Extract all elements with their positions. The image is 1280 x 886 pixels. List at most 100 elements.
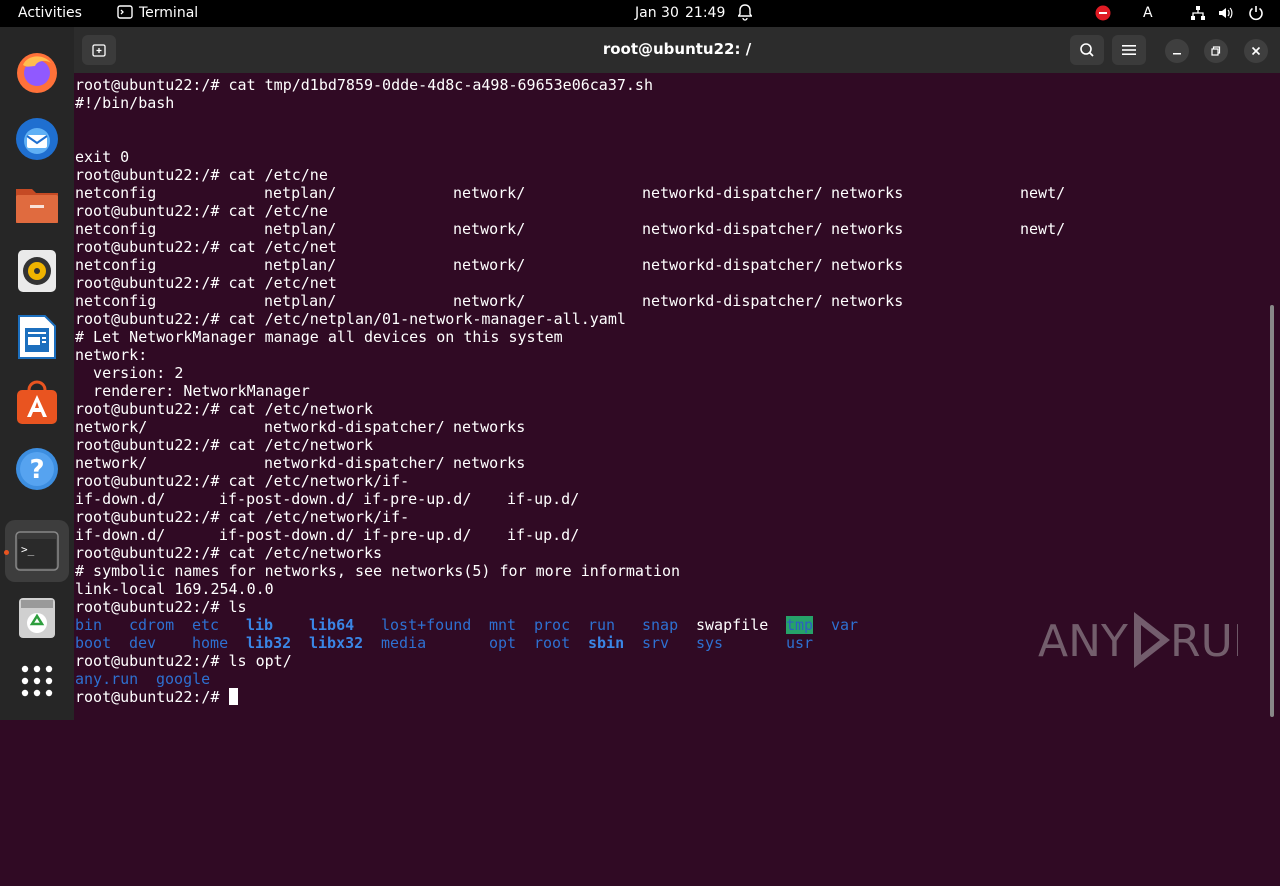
completion-entry: network/ — [453, 256, 526, 274]
minimize-button[interactable] — [1165, 39, 1189, 63]
svg-text:RUN: RUN — [1170, 616, 1238, 667]
terminal-line: renderer: NetworkManager — [75, 382, 310, 400]
ls-entry-tmp: tmp — [786, 616, 814, 634]
title-bar[interactable]: root@ubuntu22: / — [74, 27, 1280, 73]
svg-text:?: ? — [29, 455, 44, 485]
dock-item-libreoffice-writer[interactable] — [5, 306, 69, 368]
completion-entry: networks — [831, 256, 904, 274]
dock-item-help[interactable]: ? — [5, 438, 69, 500]
volume-icon[interactable] — [1217, 5, 1233, 25]
app-menu[interactable]: Terminal — [139, 5, 198, 21]
files-icon — [16, 189, 58, 223]
hamburger-menu-icon — [1122, 45, 1136, 55]
terminal-line: root@ubuntu22:/# cat /etc/netplan/01-net… — [75, 310, 626, 328]
activities-button[interactable]: Activities — [18, 5, 82, 21]
recording-indicator-icon[interactable] — [1095, 5, 1111, 25]
scrollbar[interactable] — [1270, 305, 1274, 717]
close-button[interactable] — [1244, 39, 1268, 63]
terminal-line: root@ubuntu22:/# cat /etc/network — [75, 400, 374, 418]
dock-item-files[interactable] — [5, 174, 69, 236]
completion-entry: netplan/ — [264, 256, 337, 274]
terminal-line: link-local 169.254.0.0 — [75, 580, 274, 598]
completion-entry: netconfig — [75, 256, 157, 274]
restore-icon — [1211, 46, 1221, 56]
app-center-icon — [17, 380, 57, 424]
dock-item-show-apps[interactable] — [5, 650, 69, 712]
completion-entry: newt/ — [1020, 184, 1066, 202]
completion-row: if-down.d/ if-post-down.d/ if-pre-up.d/ … — [75, 526, 1265, 544]
ls-entry: sys — [696, 634, 724, 652]
completion-row: network/ networkd-dispatcher/ networks — [75, 418, 1265, 436]
completion-entry: netplan/ — [264, 220, 337, 238]
dock-item-ubuntu-software[interactable] — [5, 372, 69, 434]
dock-item-thunderbird[interactable] — [5, 108, 69, 170]
clock-date[interactable]: Jan 30 — [635, 5, 679, 21]
close-icon — [1251, 46, 1261, 56]
completion-entry: network/ — [453, 184, 526, 202]
network-icon[interactable] — [1190, 5, 1206, 25]
completion-entry: networkd-dispatcher/ — [642, 220, 823, 238]
thunderbird-icon — [16, 118, 58, 160]
terminal-line: root@ubuntu22:/# cat /etc/net — [75, 274, 337, 292]
ls-entry: lib — [246, 616, 274, 634]
ls-entry: swapfile — [696, 616, 769, 634]
ls-row: any.run google — [75, 670, 1265, 688]
clock-time[interactable]: 21:49 — [685, 5, 725, 21]
completion-row: netconfig netplan/ network/ networkd-dis… — [75, 184, 1265, 202]
notification-bell-icon[interactable] — [737, 4, 753, 25]
dock-item-terminal[interactable]: >_ — [5, 520, 69, 582]
ls-entry: root — [534, 634, 571, 652]
completion-entry: network/ — [453, 220, 526, 238]
terminal-icon: >_ — [15, 531, 59, 571]
keyboard-layout-indicator[interactable]: A — [1143, 5, 1153, 21]
completion-entry: if-up.d/ — [507, 490, 580, 508]
minimize-icon — [1173, 53, 1181, 55]
terminal-line: root@ubuntu22:/# cat /etc/networks — [75, 544, 383, 562]
running-indicator — [4, 550, 9, 555]
completion-entry: if-up.d/ — [507, 526, 580, 544]
completion-entry: networkd-dispatcher/ — [264, 454, 445, 472]
ls-entry: home — [192, 634, 229, 652]
ls-entry: libx32 — [309, 634, 364, 652]
search-button[interactable] — [1070, 35, 1104, 65]
power-icon[interactable] — [1248, 5, 1264, 25]
completion-entry: netplan/ — [264, 184, 337, 202]
top-bar: Activities Terminal Jan 30 21:49 A — [0, 0, 1280, 27]
trash-icon — [19, 598, 55, 638]
prompt-line[interactable]: root@ubuntu22:/# — [75, 688, 1265, 706]
libreoffice-writer-icon — [18, 315, 56, 359]
terminal-line: root@ubuntu22:/# cat /etc/ne — [75, 202, 328, 220]
help-icon: ? — [16, 448, 58, 490]
ls-entry: mnt — [489, 616, 517, 634]
ls-entry: etc — [192, 616, 220, 634]
maximize-button[interactable] — [1204, 39, 1228, 63]
dock-item-rhythmbox[interactable] — [5, 240, 69, 302]
terminal-line: # symbolic names for networks, see netwo… — [75, 562, 681, 580]
completion-entry: networks — [453, 454, 526, 472]
completion-entry: netconfig — [75, 220, 157, 238]
completion-entry: network/ — [453, 292, 526, 310]
completion-entry: if-pre-up.d/ — [363, 490, 472, 508]
ls-entry: google — [156, 670, 211, 688]
completion-entry: network/ — [75, 418, 148, 436]
rhythmbox-icon — [18, 250, 56, 292]
ls-entry: sbin — [588, 634, 625, 652]
terminal-app-icon — [117, 4, 133, 24]
menu-button[interactable] — [1112, 35, 1146, 65]
ls-entry: lib32 — [246, 634, 292, 652]
completion-entry: networks — [831, 220, 904, 238]
completion-entry: if-pre-up.d/ — [363, 526, 472, 544]
completion-entry: networks — [453, 418, 526, 436]
completion-row: network/ networkd-dispatcher/ networks — [75, 454, 1265, 472]
terminal-line: root@ubuntu22:/# cat /etc/network — [75, 436, 374, 454]
prompt: root@ubuntu22:/# — [75, 688, 229, 706]
dock-item-firefox[interactable] — [5, 42, 69, 104]
svg-text:ANY: ANY — [1038, 616, 1128, 667]
dock-item-trash[interactable] — [5, 586, 69, 648]
ls-entry: lib64 — [309, 616, 355, 634]
ls-entry: snap — [642, 616, 679, 634]
ls-entry: proc — [534, 616, 571, 634]
terminal-line: root@ubuntu22:/# cat /etc/ne — [75, 166, 328, 184]
